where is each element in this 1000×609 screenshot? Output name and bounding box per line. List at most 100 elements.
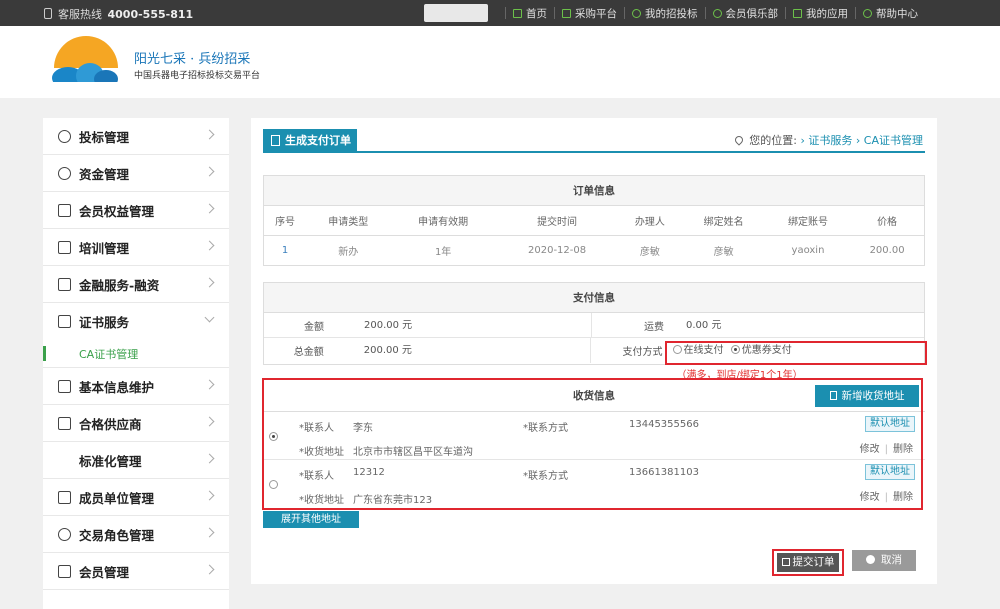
help-icon xyxy=(863,8,872,18)
order-table: 序号 申请类型 申请有效期 提交时间 办理人 绑定姓名 绑定账号 价格 1 新办… xyxy=(264,206,924,266)
members-icon xyxy=(712,8,722,18)
col-bound-account: 绑定账号 xyxy=(765,206,851,236)
payment-row-amount: 金额 200.00 元 运费 0.00 元 xyxy=(264,312,924,338)
document-icon xyxy=(271,134,280,146)
location-pin-icon xyxy=(733,134,745,146)
shipping-value: 0.00 元 xyxy=(686,319,722,331)
cell-bound-name: 彦敏 xyxy=(713,247,734,259)
chevron-right-icon xyxy=(204,277,215,288)
crown-icon xyxy=(58,203,71,217)
submit-order-button[interactable]: 提交订单 xyxy=(777,553,839,572)
close-icon xyxy=(866,555,875,564)
sidebar-item-member-rights[interactable]: 会员权益管理 xyxy=(43,192,229,229)
gear-icon xyxy=(58,129,71,143)
nav-member-club[interactable]: 会员俱乐部 xyxy=(704,7,786,20)
chevron-down-icon xyxy=(204,312,215,323)
total-label: 总金额 xyxy=(293,347,324,358)
logo-icon[interactable] xyxy=(46,34,126,90)
col-index: 序号 xyxy=(264,206,307,236)
order-info-title: 订单信息 xyxy=(264,176,924,206)
crown-icon xyxy=(58,564,71,578)
pay-method-label: 支付方式 xyxy=(622,347,663,358)
sidebar-item-certificate-service[interactable]: 证书服务 xyxy=(43,303,229,340)
sidebar-item-standardization[interactable]: 标准化管理 xyxy=(43,442,229,479)
col-apply-type: 申请类型 xyxy=(306,206,391,236)
sidebar-item-training[interactable]: 培训管理 xyxy=(43,229,229,266)
user-icon xyxy=(632,8,641,18)
title-underline xyxy=(263,151,925,153)
main-panel: 生成支付订单 您的位置: › 证书服务 › CA证书管理 订单信息 序号 申请类… xyxy=(251,118,937,584)
hotline: 客服热线 4000-555-811 xyxy=(44,6,193,22)
site-header: 阳光七采 · 兵纷招采 中国兵器电子招标投标交易平台 xyxy=(0,26,1000,98)
chevron-right-icon xyxy=(204,490,215,501)
logo-title: 阳光七采 · 兵纷招采 xyxy=(134,52,251,67)
sidebar-subitem-ca-certificate[interactable]: CA证书管理 xyxy=(43,340,229,368)
yen-icon xyxy=(58,166,71,180)
nav-home[interactable]: 首页 xyxy=(505,7,554,20)
sidebar-item-member-units[interactable]: 成员单位管理 xyxy=(43,479,229,516)
top-bar: 客服热线 4000-555-811 首页 采购平台 我的招投标 会员俱乐部 我的… xyxy=(0,0,1000,26)
expand-addresses-button[interactable]: 展开其他地址 xyxy=(263,511,359,528)
save-icon xyxy=(781,558,790,566)
cell-submit-time: 2020-12-08 xyxy=(528,245,587,257)
blurred-username xyxy=(424,4,488,22)
doc-icon xyxy=(58,379,71,393)
highlight-address-section xyxy=(262,378,923,510)
training-icon xyxy=(58,240,71,254)
nav-help-center[interactable]: 帮助中心 xyxy=(855,7,925,20)
table-header-row: 序号 申请类型 申请有效期 提交时间 办理人 绑定姓名 绑定账号 价格 xyxy=(264,206,924,236)
cell-bound-account: yaoxin xyxy=(791,245,825,257)
col-price: 价格 xyxy=(850,206,924,236)
chevron-right-icon xyxy=(204,203,215,214)
grid-icon xyxy=(793,8,802,18)
col-validity: 申请有效期 xyxy=(390,206,496,236)
cell-price: 200.00 xyxy=(869,245,905,257)
cell-handler: 彦敏 xyxy=(639,247,660,259)
card-icon xyxy=(58,277,71,291)
sidebar-item-qualified-supplier[interactable]: 合格供应商 xyxy=(43,405,229,442)
breadcrumb-path[interactable]: › 证书服务 › CA证书管理 xyxy=(801,134,924,147)
sidebar-item-financing[interactable]: 金融服务-融资 xyxy=(43,266,229,303)
col-handler: 办理人 xyxy=(618,206,682,236)
chevron-right-icon xyxy=(204,416,215,427)
sidebar-item-bid-management[interactable]: 投标管理 xyxy=(43,118,229,155)
chevron-right-icon xyxy=(204,564,215,575)
breadcrumb: 您的位置: › 证书服务 › CA证书管理 xyxy=(733,132,924,148)
nav-purchase-platform[interactable]: 采购平台 xyxy=(554,7,624,20)
amount-value: 200.00 元 xyxy=(324,312,592,338)
sidebar-item-trade-roles[interactable]: 交易角色管理 xyxy=(43,516,229,553)
page-title: 生成支付订单 xyxy=(263,129,357,151)
cell-validity: 1年 xyxy=(434,247,452,259)
col-bound-name: 绑定姓名 xyxy=(681,206,766,236)
cell-index: 1 xyxy=(281,245,289,257)
chevron-right-icon xyxy=(204,240,215,251)
chevron-right-icon xyxy=(204,379,215,390)
sidebar-item-basic-info[interactable]: 基本信息维护 xyxy=(43,368,229,405)
col-submit-time: 提交时间 xyxy=(495,206,619,236)
highlight-pay-method xyxy=(665,341,927,365)
people-icon xyxy=(58,527,71,541)
table-row: 1 新办 1年 2020-12-08 彦敏 彦敏 yaoxin 200.00 xyxy=(264,235,924,266)
lock-icon xyxy=(58,315,71,328)
nav-my-bids[interactable]: 我的招投标 xyxy=(624,7,705,20)
sidebar-item-fund-management[interactable]: 资金管理 xyxy=(43,155,229,192)
book-icon xyxy=(58,416,71,430)
chevron-right-icon xyxy=(204,129,215,140)
cart-icon xyxy=(562,8,571,18)
hotline-label: 客服热线 xyxy=(58,8,102,21)
nav-my-apps[interactable]: 我的应用 xyxy=(785,7,855,20)
chevron-right-icon xyxy=(204,166,215,177)
sidebar-item-member-management[interactable]: 会员管理 xyxy=(43,553,229,590)
top-nav: 首页 采购平台 我的招投标 会员俱乐部 我的应用 帮助中心 xyxy=(505,0,925,26)
order-info-section: 订单信息 序号 申请类型 申请有效期 提交时间 办理人 绑定姓名 绑定账号 价格… xyxy=(263,175,925,266)
phone-icon xyxy=(44,8,52,19)
amount-label: 金额 xyxy=(304,321,324,333)
sidebar: 投标管理 资金管理 会员权益管理 培训管理 金融服务-融资 证书服务 CA证书管… xyxy=(43,118,229,609)
logo-subtitle: 中国兵器电子招标投标交易平台 xyxy=(134,71,261,81)
payment-info-title: 支付信息 xyxy=(264,283,924,313)
total-value: 200.00 元 xyxy=(324,338,591,363)
cell-apply-type: 新办 xyxy=(338,247,359,259)
cancel-button[interactable]: 取消 xyxy=(852,550,916,571)
home-icon xyxy=(513,8,522,18)
building-icon xyxy=(58,490,71,504)
